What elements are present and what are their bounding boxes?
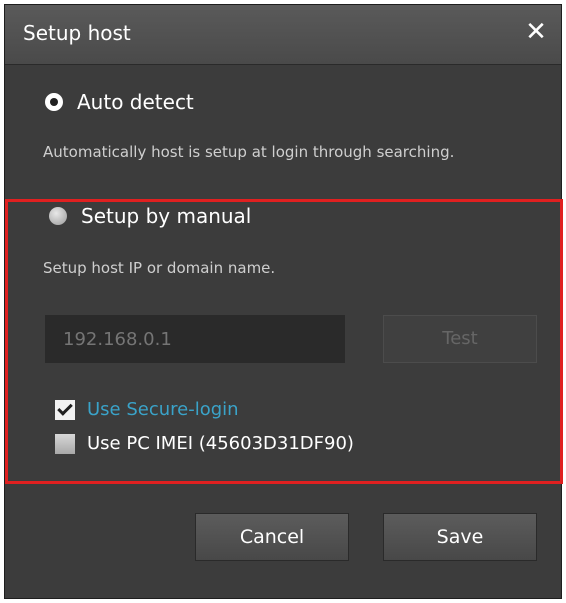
secure-login-label[interactable]: Use Secure-login <box>87 399 239 420</box>
manual-label: Setup by manual <box>81 204 252 228</box>
title-bar[interactable]: Setup host ✕ <box>5 5 561 65</box>
pc-imei-label[interactable]: Use PC IMEI (45603D31DF90) <box>87 433 354 454</box>
auto-detect-option[interactable]: Auto detect <box>45 90 194 114</box>
secure-login-checkbox[interactable] <box>55 399 75 420</box>
manual-radio[interactable] <box>49 207 67 225</box>
manual-description: Setup host IP or domain name. <box>43 259 276 277</box>
host-ip-input[interactable] <box>45 315 345 363</box>
dialog-title: Setup host <box>23 21 131 45</box>
auto-detect-radio[interactable] <box>45 93 63 111</box>
secure-login-option[interactable]: Use Secure-login <box>55 399 239 420</box>
pc-imei-checkbox[interactable] <box>55 433 75 454</box>
save-button[interactable]: Save <box>383 513 537 561</box>
test-button[interactable]: Test <box>383 315 537 363</box>
cancel-button[interactable]: Cancel <box>195 513 349 561</box>
auto-detect-label: Auto detect <box>77 90 194 114</box>
manual-option[interactable]: Setup by manual <box>49 204 251 228</box>
close-icon[interactable]: ✕ <box>521 17 551 47</box>
auto-detect-description: Automatically host is setup at login thr… <box>43 143 455 161</box>
setup-host-dialog: Setup host ✕ Auto detect Automatically h… <box>4 4 563 599</box>
pc-imei-option[interactable]: Use PC IMEI (45603D31DF90) <box>55 433 354 454</box>
